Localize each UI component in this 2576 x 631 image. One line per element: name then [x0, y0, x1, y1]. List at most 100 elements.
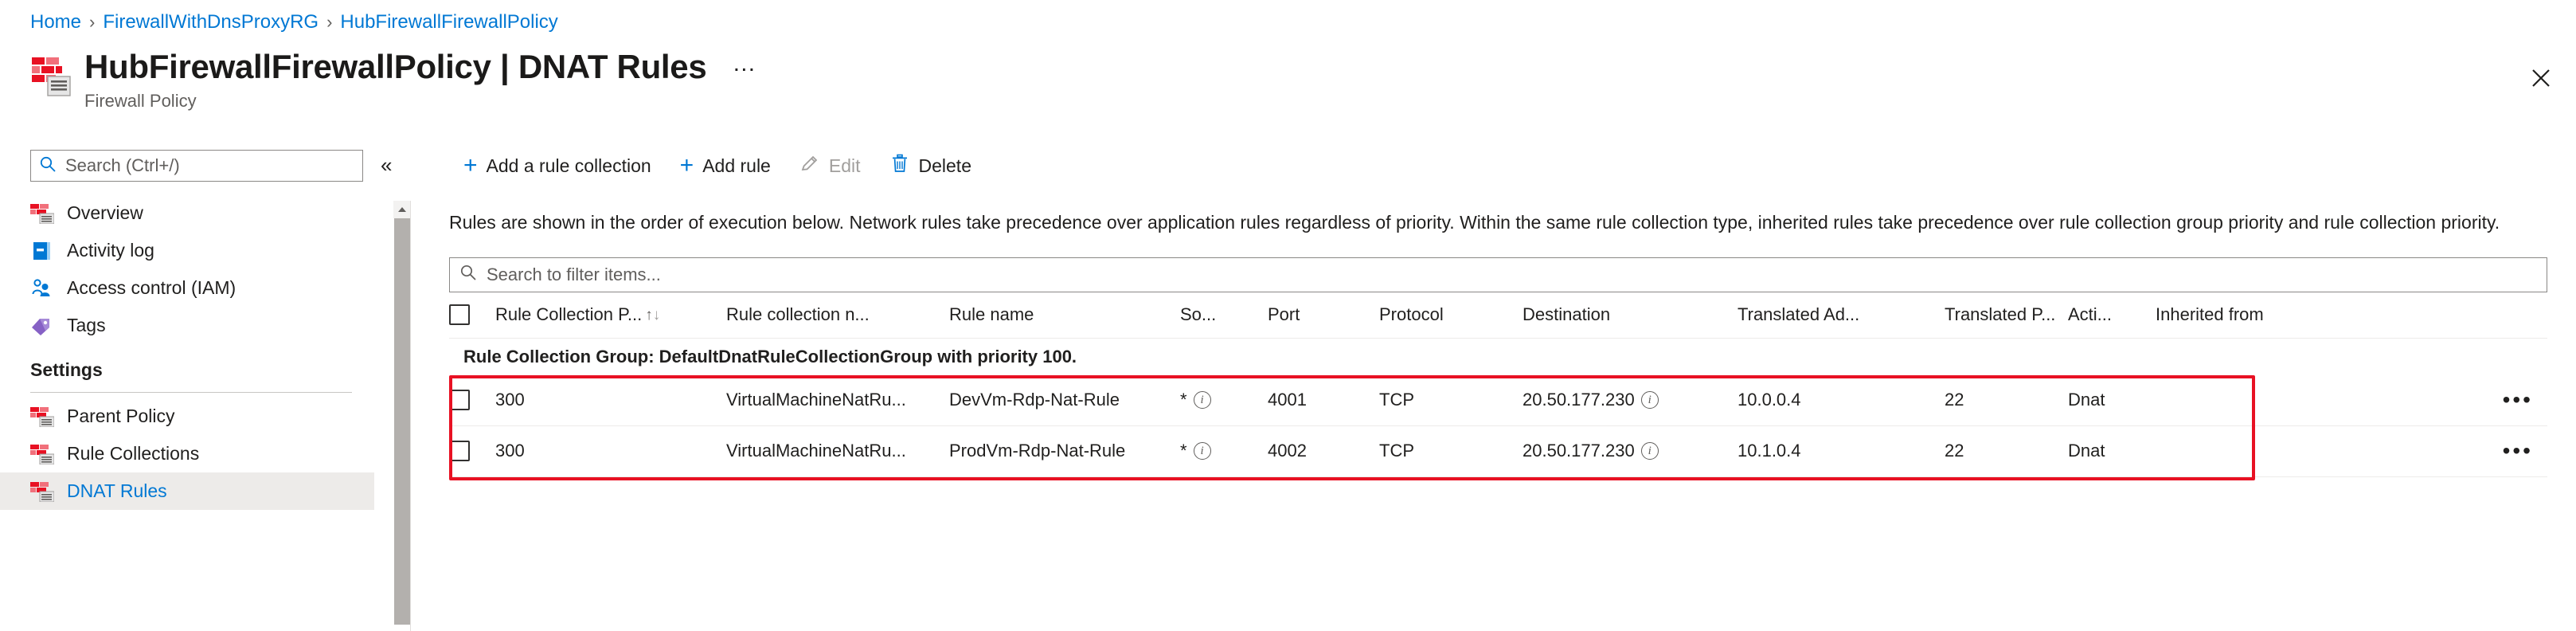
sidebar-item-label: Activity log [67, 240, 154, 261]
cell-priority: 300 [495, 390, 525, 410]
cell-source: * i [1180, 441, 1268, 461]
sidebar-item-label: DNAT Rules [67, 480, 167, 501]
close-icon [2532, 69, 2550, 87]
delete-button[interactable]: Delete [875, 148, 986, 183]
column-header-source[interactable]: So... [1180, 304, 1268, 325]
scrollbar-thumb[interactable] [394, 218, 410, 625]
cell-destination-value: 20.50.177.230 [1523, 441, 1635, 461]
dnat-rules-grid: Rule Collection P... ↑ ↓ Rule collection… [449, 292, 2547, 480]
sidebar-item-overview[interactable]: Overview [0, 194, 374, 232]
column-header-priority[interactable]: Rule Collection P... ↑ ↓ [495, 304, 726, 325]
pencil-icon [799, 153, 820, 178]
column-header-collection-name[interactable]: Rule collection n... [726, 304, 949, 325]
breadcrumb-separator-icon: › [89, 12, 96, 32]
more-options-icon[interactable]: … [727, 50, 763, 77]
cell-protocol: TCP [1379, 390, 1414, 410]
sidebar-item-dnat-rules[interactable]: DNAT Rules [0, 472, 374, 510]
sidebar-item-rule-collections[interactable]: Rule Collections [0, 435, 374, 472]
add-rule-collection-button[interactable]: + Add a rule collection [449, 149, 666, 182]
table-row[interactable]: 300 VirtualMachineNatRu... DevVm-Rdp-Nat… [449, 375, 2547, 426]
column-header-destination[interactable]: Destination [1523, 304, 1738, 325]
column-header-action[interactable]: Acti... [2068, 304, 2156, 325]
info-icon[interactable]: i [1193, 442, 1211, 460]
sidebar-search-input[interactable] [64, 155, 354, 177]
table-row[interactable]: 300 VirtualMachineNatRu... ProdVm-Rdp-Na… [449, 426, 2547, 477]
row-checkbox-cell [449, 390, 495, 410]
column-header-translated-address[interactable]: Translated Ad... [1738, 304, 1945, 325]
row-menu-cell: ••• [2418, 445, 2547, 458]
column-header-protocol[interactable]: Protocol [1379, 304, 1523, 325]
sort-indicator[interactable]: ↑ ↓ [645, 308, 660, 323]
row-context-menu-icon[interactable]: ••• [2503, 394, 2533, 407]
sidebar-item-label: Tags [67, 315, 106, 335]
sidebar-scrollbar[interactable] [393, 201, 411, 631]
breadcrumb-item-home[interactable]: Home [30, 11, 81, 33]
button-label: Delete [918, 155, 971, 176]
sidebar-search-box[interactable] [30, 150, 363, 182]
breadcrumb-item-resource-group[interactable]: FirewallWithDnsProxyRG [103, 11, 319, 33]
activity-log-icon [30, 241, 54, 261]
sidebar-item-label: Parent Policy [67, 406, 175, 426]
collapse-sidebar-button[interactable]: « [381, 155, 392, 175]
page-title: HubFirewallFirewallPolicy | DNAT Rules [84, 48, 707, 85]
firewall-icon [30, 444, 54, 464]
column-header-translated-port[interactable]: Translated P... [1945, 304, 2068, 325]
breadcrumb-item-policy[interactable]: HubFirewallFirewallPolicy [340, 11, 557, 33]
sidebar-item-access-control[interactable]: Access control (IAM) [0, 269, 374, 307]
cell-destination: 20.50.177.230 i [1523, 390, 1738, 410]
blade-sidebar: « Overview [0, 145, 397, 631]
plus-icon: + [463, 152, 478, 178]
info-icon[interactable]: i [1193, 391, 1211, 409]
cell-action: Dnat [2068, 390, 2105, 410]
row-checkbox[interactable] [449, 441, 470, 461]
column-header-port[interactable]: Port [1268, 304, 1379, 325]
sidebar-item-tags[interactable]: Tags [0, 307, 374, 344]
main-content: + Add a rule collection + Add rule Edit [430, 145, 2576, 480]
cell-destination-value: 20.50.177.230 [1523, 390, 1635, 410]
cell-priority: 300 [495, 441, 525, 461]
button-label: Edit [828, 155, 861, 176]
column-header-inherited-from[interactable]: Inherited from [2156, 304, 2418, 325]
column-header-rule-name[interactable]: Rule name [949, 304, 1180, 325]
cell-rule-name: DevVm-Rdp-Nat-Rule [949, 390, 1120, 410]
add-rule-button[interactable]: + Add rule [666, 149, 785, 182]
cell-port: 4002 [1268, 441, 1307, 461]
cell-port: 4001 [1268, 390, 1307, 410]
sidebar-item-parent-policy[interactable]: Parent Policy [0, 398, 374, 435]
cell-collection-name: VirtualMachineNatRu... [726, 390, 906, 410]
sidebar-divider [30, 392, 352, 393]
breadcrumb-separator-icon: › [326, 12, 333, 32]
firewall-icon [30, 203, 54, 224]
sidebar-item-activity-log[interactable]: Activity log [0, 232, 374, 269]
column-header-label: Rule Collection P... [495, 304, 643, 324]
filter-search-input[interactable] [485, 263, 2537, 286]
search-icon [39, 155, 57, 177]
breadcrumb: Home › FirewallWithDnsProxyRG › HubFirew… [30, 11, 558, 33]
cell-translated-port: 22 [1945, 390, 1964, 410]
info-icon[interactable]: i [1640, 391, 1659, 409]
cell-rule-name: ProdVm-Rdp-Nat-Rule [949, 441, 1126, 461]
cell-source: * i [1180, 390, 1268, 410]
close-blade-button[interactable] [2523, 61, 2558, 96]
filter-search-box[interactable] [449, 257, 2547, 292]
sidebar-edge-divider [410, 201, 411, 631]
row-context-menu-icon[interactable]: ••• [2503, 445, 2533, 458]
scroll-up-arrow-icon[interactable] [393, 201, 411, 218]
edit-button: Edit [785, 148, 875, 183]
sidebar-item-label: Overview [67, 202, 143, 223]
access-control-icon [30, 278, 54, 299]
select-all-checkbox[interactable] [449, 304, 470, 325]
cell-source-value: * [1180, 390, 1187, 410]
info-icon[interactable]: i [1640, 442, 1659, 460]
cell-protocol: TCP [1379, 441, 1414, 461]
cell-destination: 20.50.177.230 i [1523, 441, 1738, 461]
rule-collection-group-row: Rule Collection Group: DefaultDnatRuleCo… [463, 346, 1077, 366]
cell-action: Dnat [2068, 441, 2105, 461]
blade-title-block: HubFirewallFirewallPolicy | DNAT Rules …… [30, 49, 763, 112]
tag-icon [30, 316, 54, 336]
blade-subtitle: Firewall Policy [84, 91, 197, 112]
row-checkbox[interactable] [449, 390, 470, 410]
cell-translated-port: 22 [1945, 441, 1964, 461]
sort-descending-icon: ↓ [652, 306, 661, 323]
button-label: Add a rule collection [486, 155, 651, 176]
